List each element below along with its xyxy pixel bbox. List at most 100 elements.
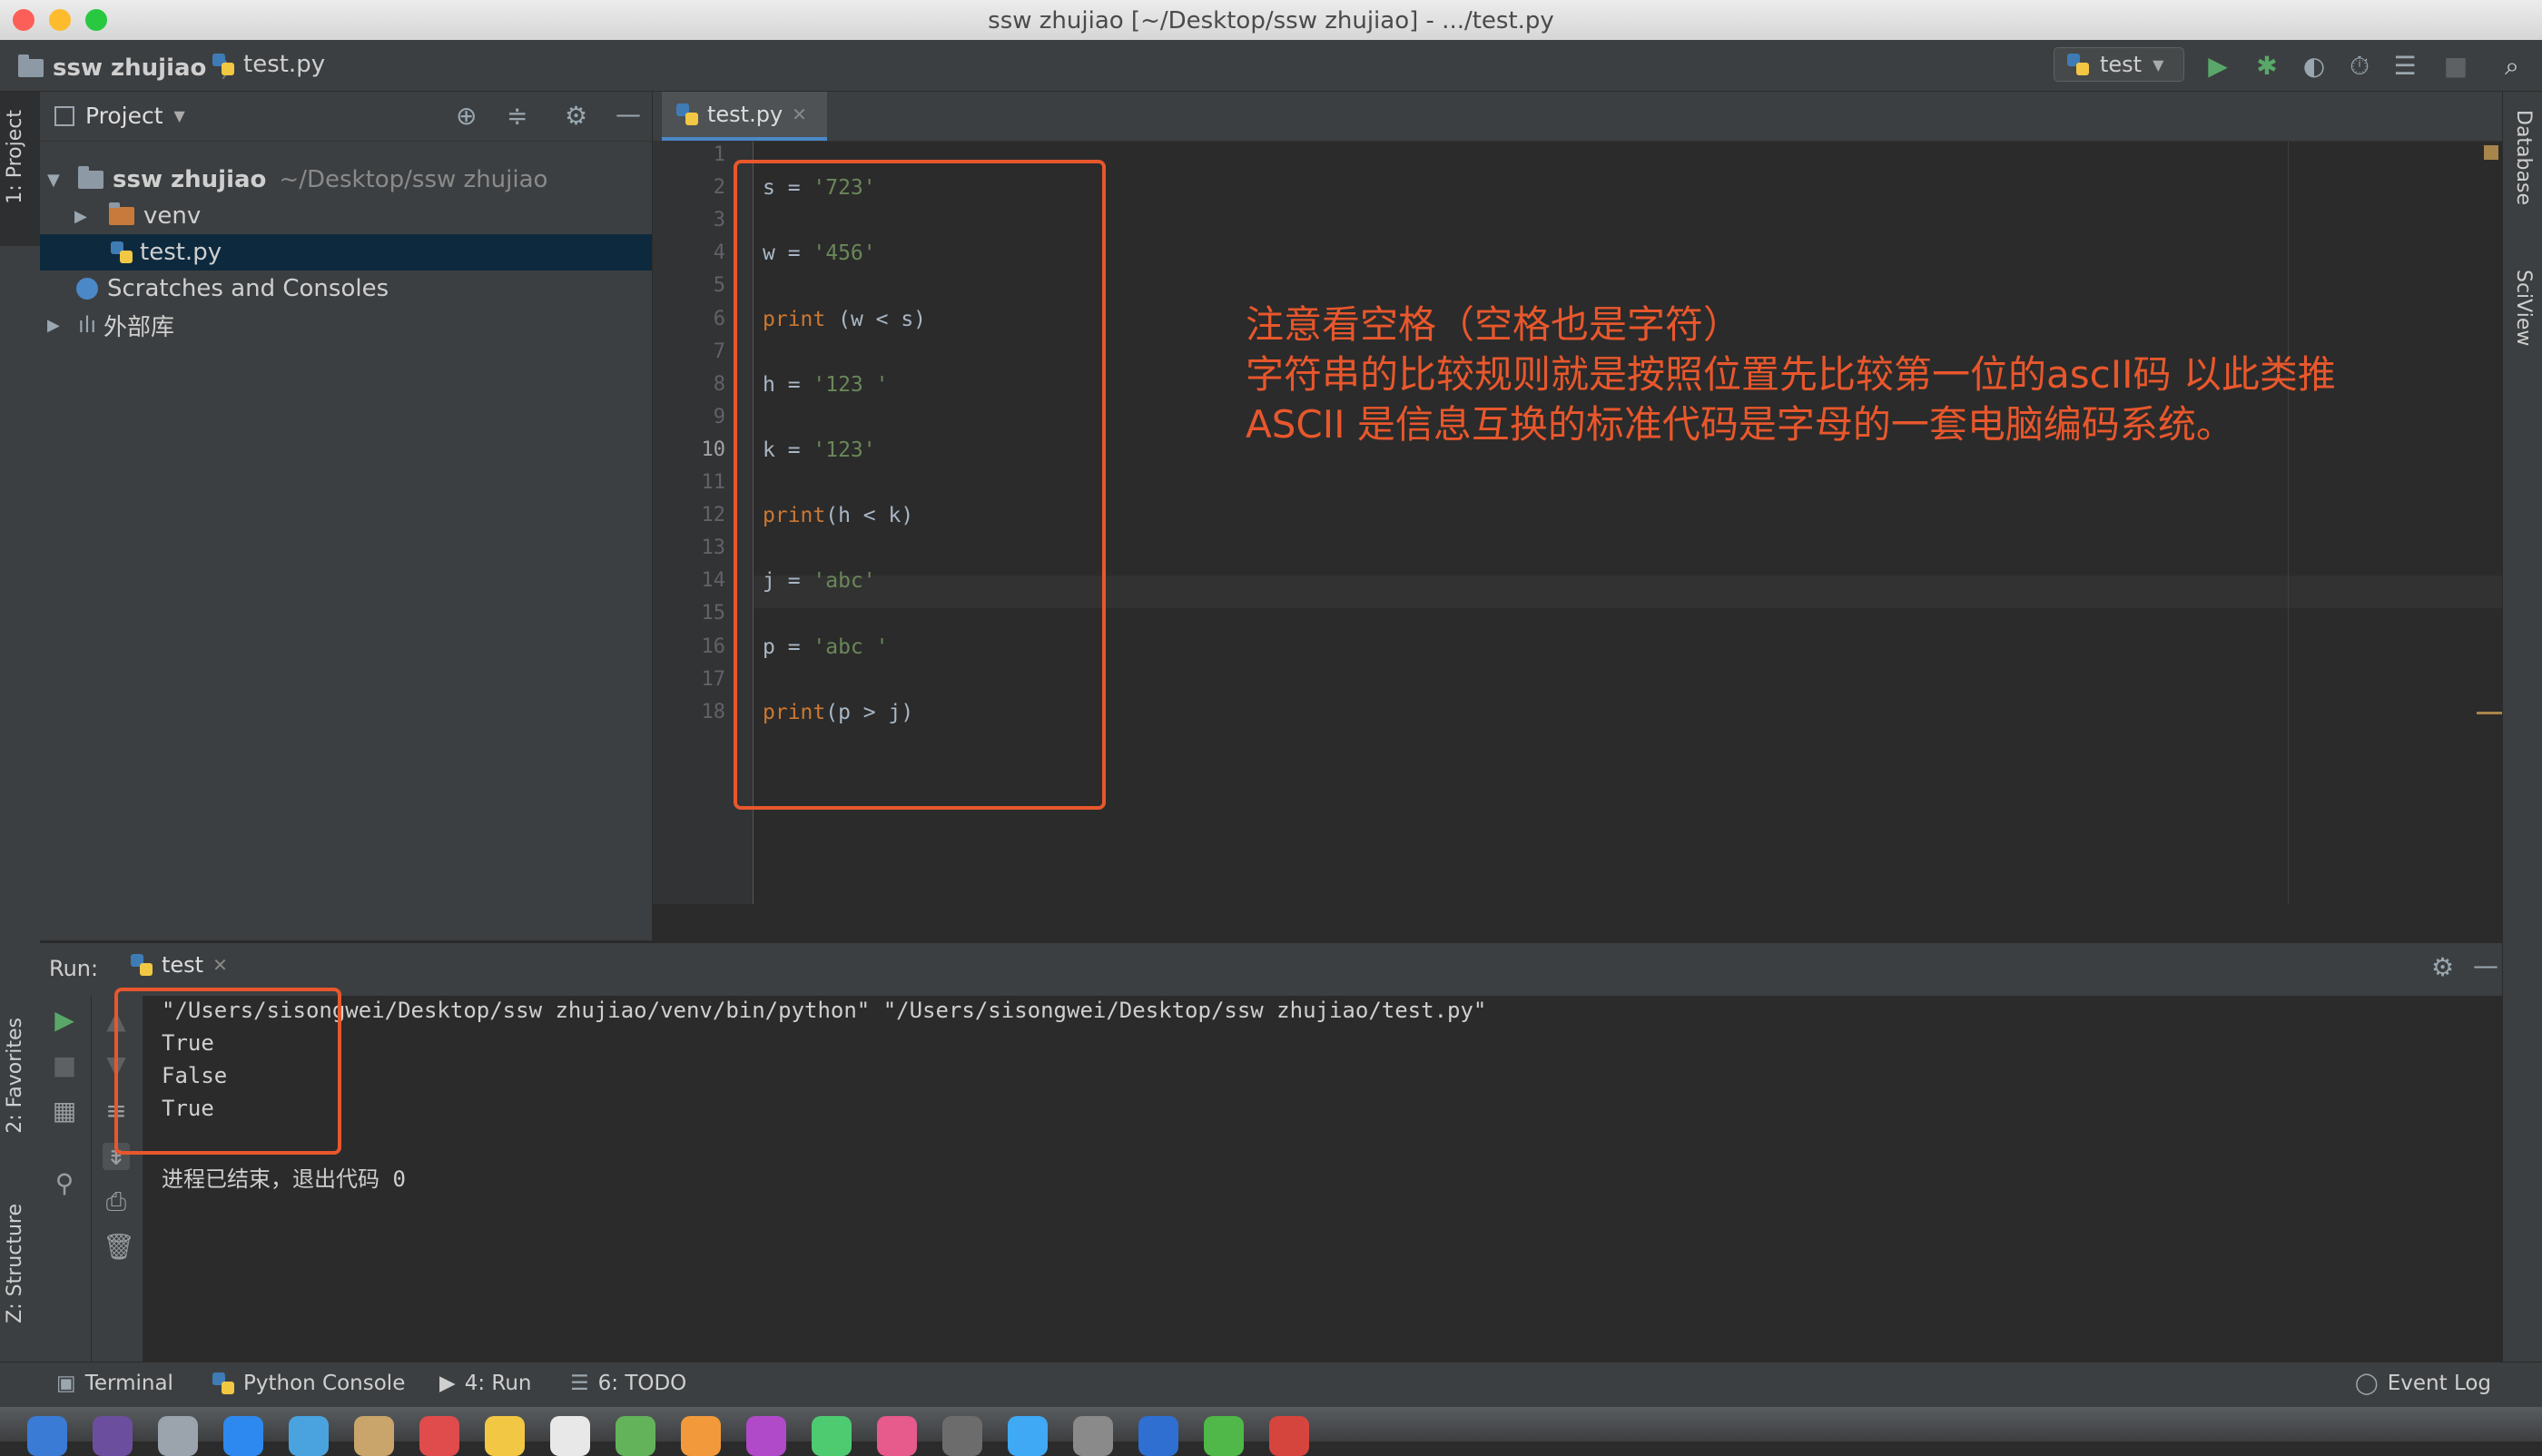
annotation-line-3: ASCII 是信息互换的标准代码是字母的一套电脑编码系统。 — [1246, 402, 2234, 447]
event-log-tab-label: Event Log — [2387, 1372, 2492, 1395]
stop-icon[interactable]: ■ — [2442, 53, 2469, 80]
tree-item-label: test.py — [140, 239, 222, 266]
locate-icon[interactable]: ⊕ — [456, 101, 477, 131]
tree-root-label: ssw zhujiao — [113, 166, 267, 193]
project-view-select[interactable]: Project ▼ — [54, 103, 185, 129]
warning-stripe-mark[interactable] — [2477, 712, 2502, 714]
dock-app-icon[interactable] — [812, 1416, 852, 1456]
database-tool-tab[interactable]: Database — [2512, 110, 2535, 205]
breadcrumb-project-label: ssw zhujiao — [53, 54, 207, 82]
dock-app-icon[interactable] — [1073, 1416, 1113, 1456]
tree-item-venv[interactable]: ▶ venv — [40, 198, 652, 234]
dock-app-icon[interactable] — [942, 1416, 982, 1456]
breadcrumb-file-label: test.py — [243, 51, 326, 78]
search-icon[interactable]: ⌕ — [2498, 53, 2526, 80]
hide-icon[interactable]: — — [616, 99, 641, 129]
speech-bubble-icon: ◯ — [2355, 1372, 2379, 1395]
tree-root-path: ~/Desktop/ssw zhujiao — [279, 166, 548, 193]
sciview-tool-tab[interactable]: SciView — [2512, 270, 2535, 346]
project-tool-tab[interactable]: 1: Project — [4, 110, 26, 204]
dock-app-icon[interactable] — [27, 1416, 67, 1456]
concurrency-icon[interactable]: ☰ — [2391, 53, 2419, 80]
line-number: 7 — [713, 339, 725, 363]
dock-app-icon[interactable] — [681, 1416, 721, 1456]
tree-root[interactable]: ▼ ssw zhujiao ~/Desktop/ssw zhujiao — [40, 162, 652, 198]
chevron-down-icon: ▼ — [173, 107, 185, 124]
collapsed-arrow-icon: ▶ — [47, 315, 60, 335]
line-number: 13 — [701, 536, 726, 560]
close-tab-icon[interactable]: ✕ — [792, 103, 807, 125]
dock-app-icon[interactable] — [485, 1416, 525, 1456]
analysis-status-icon[interactable] — [2484, 145, 2498, 160]
line-number: 18 — [701, 700, 726, 723]
tree-item-scratches[interactable]: Scratches and Consoles — [40, 271, 652, 307]
terminal-tab-label: Terminal — [84, 1372, 173, 1395]
run-icon: ▶ — [439, 1372, 456, 1395]
run-icon[interactable]: ▶ — [2204, 53, 2232, 80]
dock-app-icon[interactable] — [1138, 1416, 1178, 1456]
dock-app-icon[interactable] — [746, 1416, 786, 1456]
favorites-tool-tab[interactable]: 2: Favorites — [4, 1018, 26, 1134]
coverage-icon[interactable]: ◐ — [2301, 53, 2328, 80]
breadcrumb-project[interactable]: ssw zhujiao 〉 — [18, 51, 244, 84]
dock-app-icon[interactable] — [419, 1416, 459, 1456]
close-tab-icon[interactable]: ✕ — [212, 954, 228, 976]
dock-app-icon[interactable] — [354, 1416, 394, 1456]
run-tab-label: test — [162, 952, 204, 978]
structure-tool-tab[interactable]: Z: Structure — [4, 1204, 26, 1323]
dock-app-icon[interactable] — [289, 1416, 329, 1456]
output-highlight-box — [114, 988, 341, 1155]
dock-app-icon[interactable] — [616, 1416, 655, 1456]
gear-icon[interactable]: ⚙ — [565, 101, 587, 131]
dock-app-icon[interactable] — [1269, 1416, 1309, 1456]
event-log-tab[interactable]: ◯ Event Log — [2355, 1372, 2491, 1395]
restore-layout-icon[interactable]: ▦ — [51, 1097, 78, 1125]
dock-app-icon[interactable] — [158, 1416, 198, 1456]
code-highlight-box — [734, 160, 1106, 810]
right-tool-stripe: Database SciView — [2502, 92, 2542, 1362]
editor-tab-bar: test.py ✕ — [653, 92, 2502, 142]
run-configuration-select[interactable]: test ▼ — [2054, 47, 2184, 82]
dock-app-icon[interactable] — [93, 1416, 133, 1456]
editor-tab-test-py[interactable]: test.py ✕ — [662, 92, 827, 141]
chevron-down-icon: ▼ — [2153, 55, 2164, 74]
run-tool-tab-label: 4: Run — [464, 1372, 532, 1395]
tree-item-label: Scratches and Consoles — [107, 275, 389, 302]
todo-tab[interactable]: ☰ 6: TODO — [570, 1372, 686, 1395]
project-panel-header: Project ▼ ⊕ ≑ ⚙ — — [40, 92, 652, 142]
dock-app-icon[interactable] — [877, 1416, 917, 1456]
line-number: 5 — [713, 274, 725, 298]
gear-icon[interactable]: ⚙ — [2431, 952, 2454, 982]
terminal-tab[interactable]: ▣ Terminal — [56, 1372, 173, 1395]
python-console-tab[interactable]: Python Console — [212, 1372, 405, 1395]
pin-icon[interactable]: ⚲ — [51, 1170, 78, 1197]
tree-item-test-py[interactable]: test.py — [40, 234, 652, 271]
breadcrumb-file[interactable]: test.py — [212, 51, 325, 78]
line-number: 17 — [701, 667, 726, 691]
dock-app-icon[interactable] — [223, 1416, 263, 1456]
run-panel-label: Run: — [49, 956, 99, 981]
collapse-all-icon[interactable]: ≑ — [507, 101, 527, 131]
window-title-bar: ssw zhujiao [~/Desktop/ssw zhujiao] - ..… — [0, 0, 2542, 41]
annotation-text: 注意看空格（空格也是字符） 字符串的比较规则就是按照位置先比较第一位的ascII… — [1246, 300, 2336, 449]
line-number: 4 — [713, 241, 725, 265]
dock-app-icon[interactable] — [1204, 1416, 1244, 1456]
run-console-output[interactable]: "/Users/sisongwei/Desktop/ssw zhujiao/ve… — [143, 996, 2502, 1362]
run-tool-tab[interactable]: ▶ 4: Run — [439, 1372, 532, 1395]
trash-icon[interactable]: 🗑 — [103, 1234, 135, 1261]
tree-item-external-libraries[interactable]: ▶ ılı 外部库 — [40, 307, 652, 343]
hide-icon[interactable]: — — [2473, 950, 2498, 980]
run-configuration-label: test — [2100, 52, 2143, 77]
profile-icon[interactable]: ⏱ — [2346, 53, 2373, 80]
debug-icon[interactable]: ✱ — [2253, 53, 2281, 80]
rerun-icon[interactable]: ▶ — [51, 1007, 78, 1034]
stop-icon[interactable]: ■ — [51, 1052, 78, 1079]
todo-tab-label: 6: TODO — [597, 1372, 687, 1395]
run-tab-test[interactable]: test ✕ — [131, 952, 228, 978]
line-number: 10 — [701, 438, 726, 461]
line-number: 9 — [713, 405, 725, 428]
right-margin-guide — [2288, 142, 2289, 904]
dock-app-icon[interactable] — [1008, 1416, 1048, 1456]
print-icon[interactable]: ⎙ — [103, 1188, 130, 1215]
dock-app-icon[interactable] — [550, 1416, 590, 1456]
